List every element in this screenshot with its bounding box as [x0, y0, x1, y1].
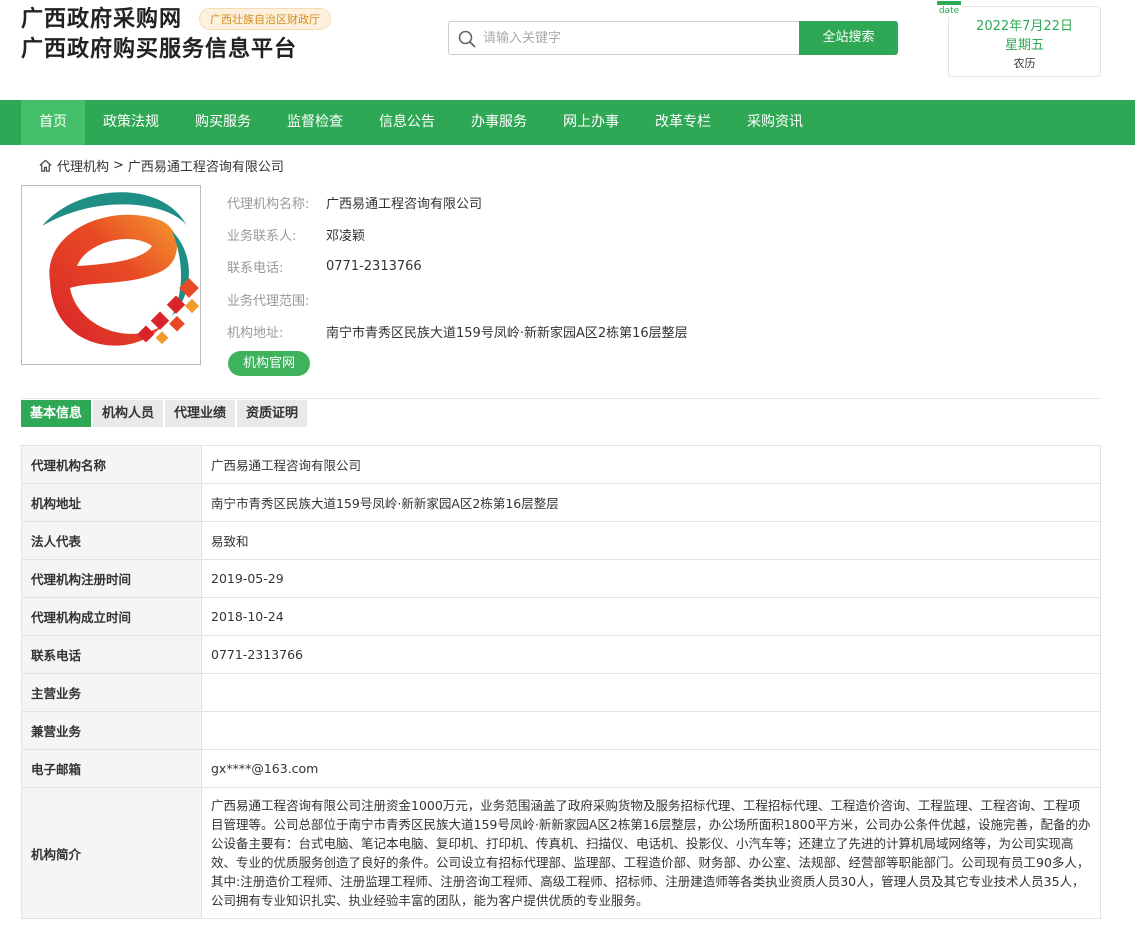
- home-icon: [39, 159, 52, 172]
- table-row: 机构简介 广西易通工程咨询有限公司注册资金1000万元，业务范围涵盖了政府采购货物…: [21, 787, 1101, 919]
- table-value-cell: [201, 711, 1101, 750]
- nav-item-8[interactable]: 采购资讯: [729, 100, 821, 145]
- breadcrumb: 代理机构 > 广西易通工程咨询有限公司: [38, 155, 284, 175]
- table-row: 代理机构注册时间 2019-05-29: [21, 559, 1101, 598]
- search-box: [448, 21, 800, 55]
- profile-info-label: 代理机构名称:: [227, 196, 310, 212]
- table-key-cell: 机构简介: [21, 787, 202, 919]
- search-input[interactable]: [483, 22, 793, 54]
- table-value-cell: 2018-10-24: [201, 597, 1101, 636]
- date-tab: date: [937, 1, 961, 17]
- table-value-cell: 广西易通工程咨询有限公司: [201, 445, 1101, 484]
- profile-info-label: 业务联系人:: [227, 229, 297, 245]
- breadcrumb-separator: >: [113, 157, 124, 173]
- site-subtitle[interactable]: 广西政府购买服务信息平台: [21, 36, 297, 64]
- section-divider: [21, 398, 1101, 399]
- table-row: 联系电话 0771-2313766: [21, 635, 1101, 674]
- profile-info-value: 南宁市青秀区民族大道159号凤岭·新新家园A区2栋第16层整层: [326, 326, 688, 342]
- nav-item-2[interactable]: 购买服务: [177, 100, 269, 145]
- table-row: 主营业务: [21, 673, 1101, 712]
- detail-table: 代理机构名称 广西易通工程咨询有限公司 机构地址 南宁市青秀区民族大道159号凤岭·新…: [21, 445, 1101, 919]
- table-key-cell: 联系电话: [21, 635, 202, 674]
- profile-info-label: 业务代理范围:: [227, 293, 310, 309]
- nav-item-3[interactable]: 监督检查: [269, 100, 361, 145]
- table-value-cell: 0771-2313766: [201, 635, 1101, 674]
- table-key-cell: 代理机构名称: [21, 445, 202, 484]
- search-button[interactable]: 全站搜索: [799, 21, 898, 55]
- profile-info-row: 机构地址: 南宁市青秀区民族大道159号凤岭·新新家园A区2栋第16层整层: [227, 316, 688, 348]
- profile-info-list: 代理机构名称: 广西易通工程咨询有限公司业务联系人: 邓凌颖联系电话: 0771-23…: [227, 186, 688, 348]
- tab-0[interactable]: 基本信息: [21, 400, 92, 427]
- table-key-cell: 兼营业务: [21, 711, 202, 750]
- profile-info-row: 业务联系人: 邓凌颖: [227, 218, 688, 250]
- site-header: 广西政府采购网 广西壮族自治区财政厅 广西政府购买服务信息平台 全站搜索 dat…: [0, 0, 1135, 100]
- profile-info-value: 0771-2313766: [326, 259, 422, 275]
- breadcrumb-current: 广西易通工程咨询有限公司: [127, 159, 284, 175]
- profile-info-label: 联系电话:: [227, 261, 284, 277]
- site-title[interactable]: 广西政府采购网: [21, 6, 182, 34]
- table-row: 代理机构成立时间 2018-10-24: [21, 597, 1101, 636]
- date-card: date 2022年7月22日 星期五 农历: [937, 1, 1101, 77]
- agency-logo: [21, 185, 201, 365]
- profile-info-row: 代理机构名称: 广西易通工程咨询有限公司: [227, 186, 688, 218]
- profile-info-row: 业务代理范围:: [227, 283, 688, 315]
- detail-tabs: 基本信息 机构人员 代理业绩 资质证明: [21, 400, 309, 427]
- table-row: 机构地址 南宁市青秀区民族大道159号凤岭·新新家园A区2栋第16层整层: [21, 483, 1101, 522]
- table-row: 代理机构名称 广西易通工程咨询有限公司: [21, 445, 1101, 484]
- search-icon: [458, 30, 476, 48]
- table-key-cell: 代理机构注册时间: [21, 559, 202, 598]
- agency-logo-image: [42, 192, 200, 346]
- tab-1[interactable]: 机构人员: [93, 400, 164, 427]
- weekday-text: 星期五: [1004, 38, 1044, 53]
- profile-info-value: 邓凌颖: [326, 229, 366, 245]
- nav-item-1[interactable]: 政策法规: [85, 100, 177, 145]
- nav-item-0[interactable]: 首页: [21, 100, 85, 145]
- tab-2[interactable]: 代理业绩: [165, 400, 236, 427]
- nav-item-7[interactable]: 改革专栏: [637, 100, 729, 145]
- profile-info-label: 机构地址:: [227, 326, 284, 342]
- main-nav: 首页 政策法规 购买服务 监督检查 信息公告 办事服务 网上办事 改革专栏 采购资讯: [0, 100, 1135, 145]
- breadcrumb-parent[interactable]: 代理机构: [57, 156, 109, 175]
- table-key-cell: 主营业务: [21, 673, 202, 712]
- nav-item-6[interactable]: 网上办事: [545, 100, 637, 145]
- profile-info-value: 广西易通工程咨询有限公司: [326, 196, 483, 212]
- table-row: 法人代表 易致和: [21, 521, 1101, 560]
- date-text: 2022年7月22日: [976, 19, 1073, 34]
- profile-info-row: 联系电话: 0771-2313766: [227, 251, 688, 283]
- table-row: 电子邮箱 gx****@163.com: [21, 749, 1101, 788]
- table-key-cell: 电子邮箱: [21, 749, 202, 788]
- table-row: 兼营业务: [21, 711, 1101, 750]
- table-value-cell: 广西易通工程咨询有限公司注册资金1000万元，业务范围涵盖了政府采购货物及服务招…: [201, 787, 1101, 919]
- table-value-cell: [201, 673, 1101, 712]
- tab-3[interactable]: 资质证明: [237, 400, 308, 427]
- table-value-cell: 2019-05-29: [201, 559, 1101, 598]
- table-key-cell: 代理机构成立时间: [21, 597, 202, 636]
- table-value-cell: 南宁市青秀区民族大道159号凤岭·新新家园A区2栋第16层整层: [201, 483, 1101, 522]
- table-value-cell: gx****@163.com: [201, 749, 1101, 788]
- site-tag-badge: 广西壮族自治区财政厅: [199, 8, 331, 30]
- agency-website-button[interactable]: 机构官网: [228, 351, 310, 376]
- nav-item-5[interactable]: 办事服务: [453, 100, 545, 145]
- table-value-cell: 易致和: [201, 521, 1101, 560]
- table-key-cell: 法人代表: [21, 521, 202, 560]
- nav-item-4[interactable]: 信息公告: [361, 100, 453, 145]
- lunar-text: 农历: [1013, 57, 1036, 70]
- table-key-cell: 机构地址: [21, 483, 202, 522]
